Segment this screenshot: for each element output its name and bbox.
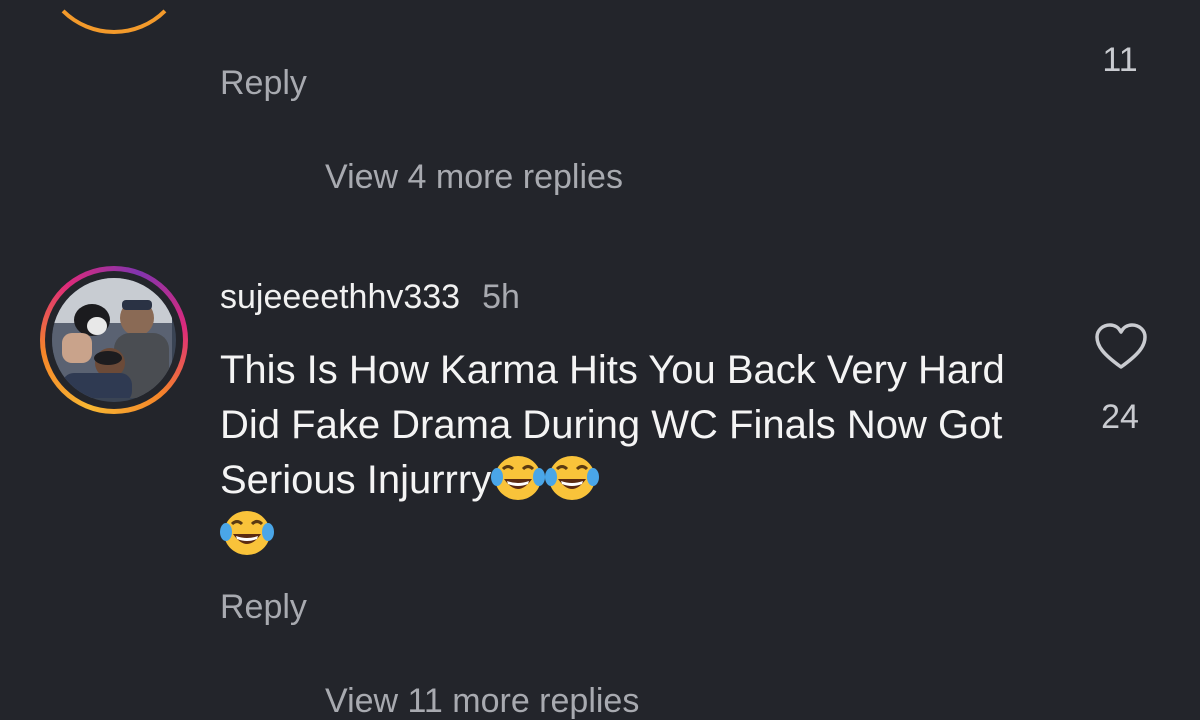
laughing-emoji-icon — [545, 453, 600, 501]
avatar[interactable] — [40, 266, 188, 414]
view-more-replies-button[interactable]: View 11 more replies — [325, 682, 639, 720]
comment-header: sujeeeethhv333 5h — [220, 278, 520, 317]
laughing-emoji-icon — [491, 453, 546, 501]
comment-username[interactable]: sujeeeethhv333 — [220, 278, 460, 316]
view-more-replies-button[interactable]: View 4 more replies — [325, 158, 623, 197]
previous-like-count: 11 — [1102, 41, 1138, 79]
previous-reply-button[interactable]: Reply — [220, 64, 307, 103]
reply-button[interactable]: Reply — [220, 588, 307, 627]
avatar-photo — [52, 278, 176, 402]
comment-text-content: This Is How Karma Hits You Back Very Har… — [220, 348, 1005, 502]
comment-text: This Is How Karma Hits You Back Very Har… — [220, 343, 1040, 563]
heart-outline-icon[interactable] — [1093, 322, 1149, 372]
like-count: 24 — [1101, 398, 1139, 436]
comments-screen: Reply 11 View 4 more replies sujeeeethhv… — [0, 0, 1200, 720]
laughing-emoji-icon — [220, 508, 274, 556]
previous-avatar-ring — [40, 0, 188, 34]
comment-timestamp: 5h — [482, 278, 520, 316]
